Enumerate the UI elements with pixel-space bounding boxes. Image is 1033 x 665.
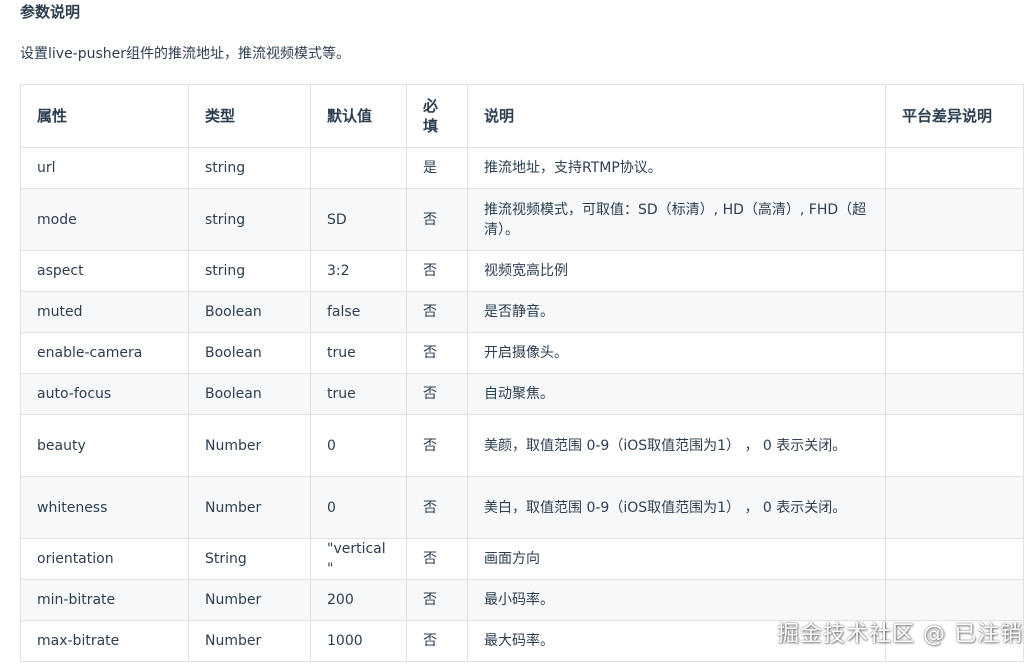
cell-property: beauty <box>20 414 189 477</box>
table-row: auto-focus Boolean true 否 自动聚焦。 <box>20 373 1024 415</box>
cell-property: min-bitrate <box>20 579 189 621</box>
table-row: orientation String "vertical" 否 画面方向 <box>20 538 1024 580</box>
cell-type: String <box>188 538 311 580</box>
section-description: 设置live-pusher组件的推流地址，推流视频模式等。 <box>20 46 351 62</box>
cell-description: 视频宽高比例 <box>467 250 886 292</box>
cell-default: 200 <box>310 579 407 621</box>
cell-type: Number <box>188 476 311 539</box>
table-row: url string 是 推流地址，支持RTMP协议。 <box>20 147 1024 189</box>
cell-required: 否 <box>406 291 468 333</box>
header-property: 属性 <box>20 84 189 148</box>
cell-property: mode <box>20 188 189 251</box>
table-row: aspect string 3:2 否 视频宽高比例 <box>20 250 1024 292</box>
cell-description: 最小码率。 <box>467 579 886 621</box>
cell-required: 否 <box>406 538 468 580</box>
cell-type: string <box>188 250 311 292</box>
cell-type: string <box>188 147 311 189</box>
cell-description: 美白，取值范围 0-9（iOS取值范围为1） ， 0 表示关闭。 <box>467 476 886 539</box>
cell-platform-diff <box>885 476 1024 539</box>
params-table: 属性 类型 默认值 必填 说明 平台差异说明 url string 是 推流地址… <box>20 84 1024 662</box>
cell-property: url <box>20 147 189 189</box>
cell-default: 1000 <box>310 620 407 662</box>
cell-description: 美颜，取值范围 0-9（iOS取值范围为1） ， 0 表示关闭。 <box>467 414 886 477</box>
cell-type: Number <box>188 579 311 621</box>
cell-type: Number <box>188 414 311 477</box>
cell-required: 否 <box>406 332 468 374</box>
cell-platform-diff <box>885 188 1024 251</box>
watermark-text: 掘金技术社区 @ 已注销 <box>777 622 1023 647</box>
cell-type: string <box>188 188 311 251</box>
table-row: muted Boolean false 否 是否静音。 <box>20 291 1024 333</box>
cell-description: 推流地址，支持RTMP协议。 <box>467 147 886 189</box>
cell-platform-diff <box>885 332 1024 374</box>
cell-platform-diff <box>885 414 1024 477</box>
cell-type: Boolean <box>188 373 311 415</box>
cell-platform-diff <box>885 538 1024 580</box>
cell-description: 自动聚焦。 <box>467 373 886 415</box>
cell-property: muted <box>20 291 189 333</box>
cell-type: Boolean <box>188 291 311 333</box>
cell-platform-diff <box>885 250 1024 292</box>
cell-default: 3:2 <box>310 250 407 292</box>
cell-type: Number <box>188 620 311 662</box>
header-required: 必填 <box>406 84 468 148</box>
cell-required: 否 <box>406 620 468 662</box>
header-description: 说明 <box>467 84 886 148</box>
cell-platform-diff <box>885 291 1024 333</box>
cell-default: false <box>310 291 407 333</box>
cell-default: 0 <box>310 476 407 539</box>
section-title: 参数说明 <box>20 3 81 21</box>
table-row: min-bitrate Number 200 否 最小码率。 <box>20 579 1024 621</box>
cell-property: max-bitrate <box>20 620 189 662</box>
cell-required: 否 <box>406 579 468 621</box>
cell-default: true <box>310 332 407 374</box>
cell-property: orientation <box>20 538 189 580</box>
cell-default: true <box>310 373 407 415</box>
cell-required: 是 <box>406 147 468 189</box>
cell-required: 否 <box>406 476 468 539</box>
cell-default: 0 <box>310 414 407 477</box>
cell-property: aspect <box>20 250 189 292</box>
cell-required: 否 <box>406 250 468 292</box>
cell-platform-diff <box>885 579 1024 621</box>
cell-type: Boolean <box>188 332 311 374</box>
cell-default <box>310 147 407 189</box>
header-type: 类型 <box>188 84 311 148</box>
cell-property: enable-camera <box>20 332 189 374</box>
cell-platform-diff <box>885 373 1024 415</box>
cell-required: 否 <box>406 414 468 477</box>
cell-property: auto-focus <box>20 373 189 415</box>
table-row: mode string SD 否 推流视频模式，可取值：SD（标清）, HD（高… <box>20 188 1024 251</box>
cell-default: "vertical" <box>310 538 407 580</box>
cell-description: 画面方向 <box>467 538 886 580</box>
cell-description: 开启摄像头。 <box>467 332 886 374</box>
header-default: 默认值 <box>310 84 407 148</box>
table-header-row: 属性 类型 默认值 必填 说明 平台差异说明 <box>20 84 1024 148</box>
cell-required: 否 <box>406 373 468 415</box>
cell-platform-diff <box>885 147 1024 189</box>
cell-description: 是否静音。 <box>467 291 886 333</box>
cell-default: SD <box>310 188 407 251</box>
cell-required: 否 <box>406 188 468 251</box>
cell-property: whiteness <box>20 476 189 539</box>
table-row: whiteness Number 0 否 美白，取值范围 0-9（iOS取值范围… <box>20 476 1024 539</box>
table-row: beauty Number 0 否 美颜，取值范围 0-9（iOS取值范围为1）… <box>20 414 1024 477</box>
table-row: enable-camera Boolean true 否 开启摄像头。 <box>20 332 1024 374</box>
header-platform-diff: 平台差异说明 <box>885 84 1024 148</box>
cell-description: 推流视频模式，可取值：SD（标清）, HD（高清）, FHD（超清）。 <box>467 188 886 251</box>
